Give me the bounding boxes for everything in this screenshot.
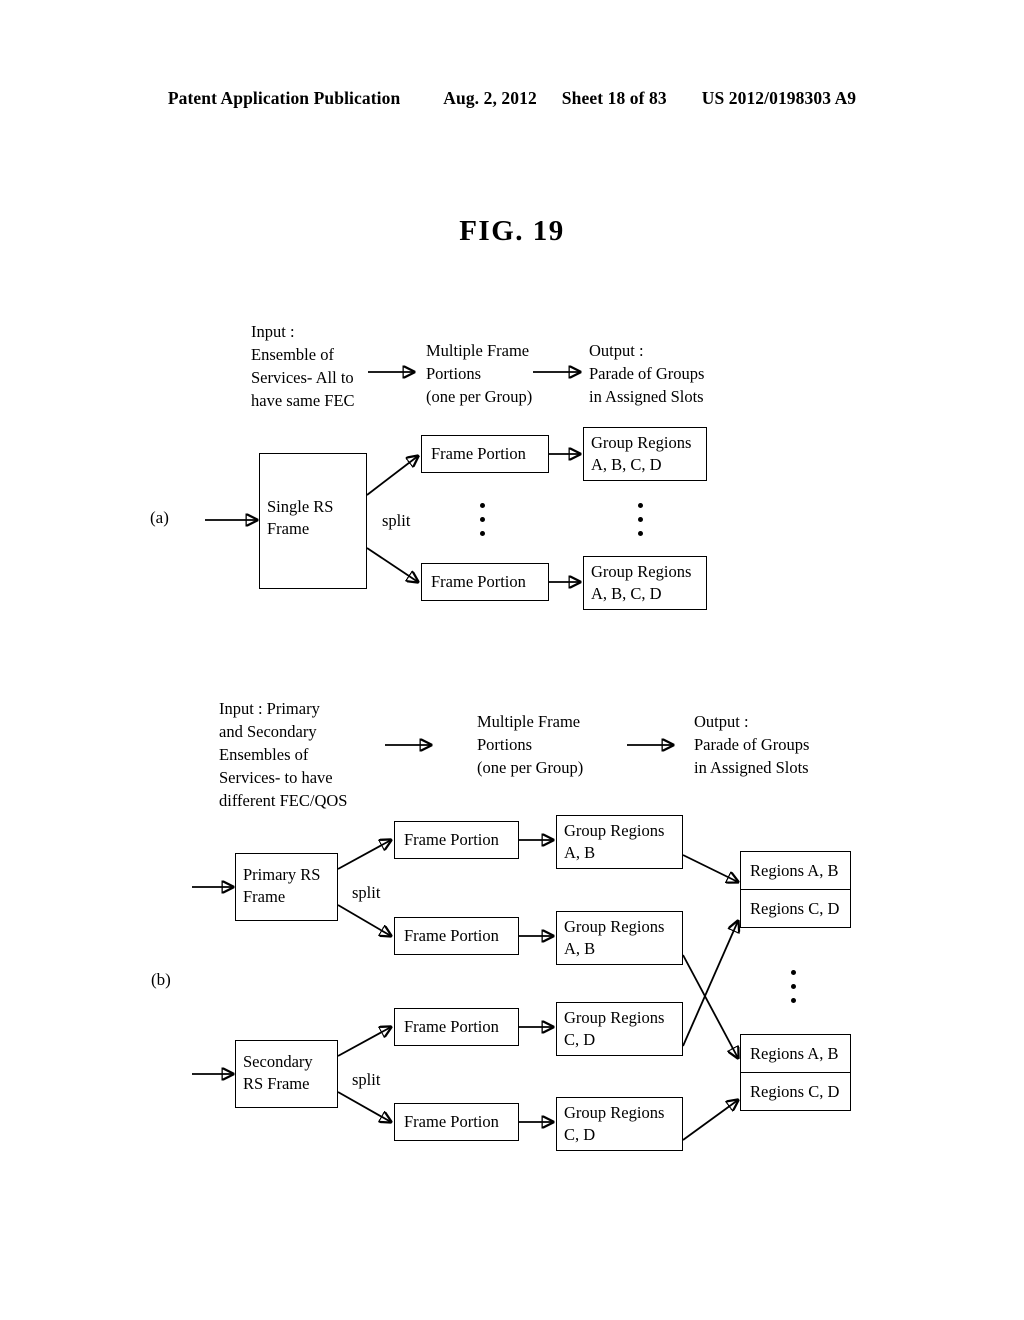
part-a-middle-ellipsis-icon bbox=[480, 503, 486, 536]
part-a-frame-portion-top-label: Frame Portion bbox=[431, 444, 526, 463]
part-b-secondary-group-regions-top-box: Group Regions C, D bbox=[556, 1002, 683, 1056]
part-b-primary-group-regions-top-label: Group Regions A, B bbox=[564, 821, 665, 862]
part-b-primary-frame-portion-top-box: Frame Portion bbox=[394, 821, 519, 859]
part-b-output-slot-1-row-top: Regions A, B bbox=[740, 1034, 851, 1073]
part-b-output-slot-1-row-bottom: Regions C, D bbox=[740, 1072, 851, 1111]
part-b-primary-split-arrow-bottom bbox=[337, 904, 391, 936]
part-a-input-header: Input : Ensemble of Services- All to hav… bbox=[251, 322, 355, 410]
part-b-input-header: Input : Primary and Secondary Ensembles … bbox=[219, 699, 348, 810]
part-b-primary-rs-frame-label: Primary RS Frame bbox=[243, 865, 321, 906]
part-b-arrow-sec-bottom-to-slot1-cd bbox=[682, 1100, 738, 1141]
figure-title: FIG. 19 bbox=[459, 215, 565, 247]
header-date: Aug. 2, 2012 bbox=[443, 88, 537, 108]
part-a-group-regions-top-label: Group Regions A, B, C, D bbox=[591, 433, 692, 474]
part-b-primary-split-arrow-top bbox=[337, 840, 391, 870]
part-b-output-slot-0-row-top: Regions A, B bbox=[740, 851, 851, 890]
part-a-output-header: Output : Parade of Groups in Assigned Sl… bbox=[589, 341, 705, 406]
page-header: Patent Application Publication Aug. 2, 2… bbox=[0, 88, 1024, 109]
part-b-secondary-split-arrow-top bbox=[337, 1027, 391, 1057]
part-b-output-header: Output : Parade of Groups in Assigned Sl… bbox=[694, 712, 810, 777]
header-sheet: Sheet 18 of 83 bbox=[561, 88, 667, 108]
part-a-label: (a) bbox=[150, 508, 169, 527]
part-b-arrow-sec-top-to-slot0-cd bbox=[682, 921, 738, 1047]
part-b-output-slot-0-row-bottom: Regions C, D bbox=[740, 889, 851, 928]
part-b-right-ellipsis-icon bbox=[791, 970, 797, 1003]
part-a-frame-portion-top-box: Frame Portion bbox=[421, 435, 549, 473]
part-a-split-arrow-bottom bbox=[366, 547, 418, 582]
part-a-single-rs-frame-box: Single RS Frame bbox=[259, 453, 367, 589]
part-a-single-rs-frame-label: Single RS Frame bbox=[267, 497, 334, 538]
part-b-secondary-frame-portion-bottom-label: Frame Portion bbox=[404, 1112, 499, 1131]
part-b-primary-split-label: split bbox=[352, 883, 381, 902]
part-b-secondary-group-regions-top-label: Group Regions C, D bbox=[564, 1008, 665, 1049]
part-b-primary-group-regions-top-box: Group Regions A, B bbox=[556, 815, 683, 869]
part-b-output-slot-0-row-bottom-label: Regions C, D bbox=[750, 898, 840, 918]
part-b-primary-group-regions-bottom-box: Group Regions A, B bbox=[556, 911, 683, 965]
part-a-split-label: split bbox=[382, 511, 411, 530]
header-patent-number: US 2012/0198303 A9 bbox=[701, 88, 857, 108]
part-b-secondary-split-label: split bbox=[352, 1070, 381, 1089]
part-b-secondary-split-arrow-bottom bbox=[337, 1091, 391, 1122]
part-a-split-arrow-top bbox=[366, 456, 418, 496]
part-a-group-regions-top-box: Group Regions A, B, C, D bbox=[583, 427, 707, 481]
part-b-secondary-frame-portion-top-box: Frame Portion bbox=[394, 1008, 519, 1046]
part-b-secondary-frame-portion-bottom-box: Frame Portion bbox=[394, 1103, 519, 1141]
part-b-arrow-pri-bottom-to-slot1-ab bbox=[682, 954, 738, 1058]
part-b-label: (b) bbox=[151, 970, 171, 989]
part-a-right-ellipsis-icon bbox=[638, 503, 644, 536]
part-b-arrow-pri-top-to-slot0-ab bbox=[682, 854, 738, 882]
part-b-secondary-group-regions-bottom-label: Group Regions C, D bbox=[564, 1103, 665, 1144]
part-b-secondary-frame-portion-top-label: Frame Portion bbox=[404, 1017, 499, 1036]
part-b-primary-frame-portion-bottom-label: Frame Portion bbox=[404, 926, 499, 945]
part-a-frame-portion-bottom-box: Frame Portion bbox=[421, 563, 549, 601]
header-publication: Patent Application Publication bbox=[167, 88, 401, 108]
part-b-primary-frame-portion-top-label: Frame Portion bbox=[404, 830, 499, 849]
part-a-group-regions-bottom-box: Group Regions A, B, C, D bbox=[583, 556, 707, 610]
part-b-secondary-rs-frame-label: Secondary RS Frame bbox=[243, 1052, 313, 1093]
part-a-middle-header: Multiple Frame Portions (one per Group) bbox=[426, 341, 533, 406]
part-b-secondary-rs-frame-box: Secondary RS Frame bbox=[235, 1040, 338, 1108]
patent-figure-page: Patent Application Publication Aug. 2, 2… bbox=[0, 0, 1024, 1320]
part-b-output-slot-0-row-top-label: Regions A, B bbox=[750, 860, 839, 880]
part-b-middle-header: Multiple Frame Portions (one per Group) bbox=[477, 712, 584, 777]
part-a-frame-portion-bottom-label: Frame Portion bbox=[431, 572, 526, 591]
part-b-primary-rs-frame-box: Primary RS Frame bbox=[235, 853, 338, 921]
part-b-primary-group-regions-bottom-label: Group Regions A, B bbox=[564, 917, 665, 958]
part-a-group-regions-bottom-label: Group Regions A, B, C, D bbox=[591, 562, 692, 603]
part-b-output-slot-1-row-top-label: Regions A, B bbox=[750, 1043, 839, 1063]
part-b-output-slot-1-row-bottom-label: Regions C, D bbox=[750, 1081, 840, 1101]
part-b-secondary-group-regions-bottom-box: Group Regions C, D bbox=[556, 1097, 683, 1151]
part-b-primary-frame-portion-bottom-box: Frame Portion bbox=[394, 917, 519, 955]
